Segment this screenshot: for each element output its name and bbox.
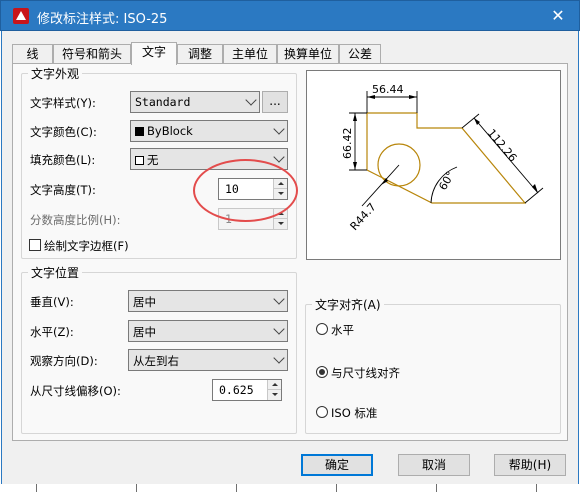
- fill-color-value: 无: [147, 153, 159, 167]
- align-horizontal-label: 水平: [331, 323, 354, 337]
- text-tab-panel: 文字外观 文字样式(Y): Standard ... 文字颜色(C): ByBl…: [12, 63, 568, 441]
- tab-symbols-arrows[interactable]: 符号和箭头: [53, 44, 131, 64]
- offset-label: 从尺寸线偏移(O):: [30, 384, 121, 398]
- align-with-dimline-label: 与尺寸线对齐: [331, 366, 400, 380]
- vertical-label: 垂直(V):: [30, 295, 74, 309]
- view-direction-value: 从左到右: [133, 354, 179, 368]
- tab-tolerances[interactable]: 公差: [339, 44, 381, 64]
- spin-down-icon: [273, 219, 287, 229]
- window-title: 修改标注样式: ISO-25: [37, 12, 168, 27]
- dialog-client-area: 线 符号和箭头 文字 调整 主单位 换算单位 公差 文字外观 文字样式(Y): …: [1, 31, 579, 484]
- chevron-down-icon: [245, 94, 257, 106]
- title-bar: 修改标注样式: ISO-25 ✕: [0, 0, 580, 31]
- view-direction-label: 观察方向(D):: [30, 354, 98, 368]
- tab-alternate-units[interactable]: 换算单位: [277, 44, 339, 64]
- close-button[interactable]: ✕: [547, 6, 569, 26]
- ok-button[interactable]: 确定: [301, 454, 373, 476]
- dimension-preview: 56.44 66.42 112.26 60° R44.7: [306, 70, 561, 260]
- text-style-label: 文字样式(Y):: [30, 96, 96, 110]
- offset-value: 0.625: [219, 383, 254, 397]
- align-horizontal-radio[interactable]: [316, 323, 328, 335]
- text-color-combo[interactable]: ByBlock: [130, 120, 288, 142]
- spin-up-icon[interactable]: [267, 380, 281, 390]
- offset-spinner[interactable]: 0.625: [212, 379, 282, 401]
- tab-text[interactable]: 文字: [131, 42, 177, 65]
- chevron-down-icon: [273, 323, 285, 335]
- group-title-text-alignment: 文字对齐(A): [312, 296, 384, 313]
- text-height-label: 文字高度(T):: [30, 183, 96, 197]
- view-direction-combo[interactable]: 从左到右: [128, 349, 288, 371]
- cancel-button[interactable]: 取消: [398, 454, 470, 476]
- chevron-down-icon: [273, 293, 285, 305]
- chevron-down-icon: [273, 352, 285, 364]
- text-placement-group: 文字位置 垂直(V): 居中 水平(Z): 居中 观察方向(D): 从左到右 从…: [21, 264, 297, 434]
- highlight-ellipse: [193, 159, 298, 222]
- text-style-value: Standard: [135, 95, 191, 109]
- fraction-scale-label: 分数高度比例(H):: [30, 213, 121, 227]
- color-swatch-icon: [135, 156, 144, 165]
- color-swatch-icon: [135, 127, 144, 136]
- group-title-text-placement: 文字位置: [28, 264, 83, 281]
- fill-color-label: 填充颜色(L):: [30, 153, 96, 167]
- chevron-down-icon: [273, 151, 285, 163]
- align-with-dimline-radio[interactable]: [316, 366, 328, 378]
- preview-dim-right: 112.26: [485, 127, 520, 165]
- background-strip: [0, 484, 580, 492]
- align-iso-label: ISO 标准: [331, 406, 378, 420]
- horizontal-label: 水平(Z):: [30, 325, 74, 339]
- align-iso-radio[interactable]: [316, 406, 328, 418]
- preview-drawing: 56.44 66.42 112.26 60° R44.7: [341, 83, 544, 233]
- text-color-value: ByBlock: [147, 124, 193, 138]
- autocad-icon: [13, 8, 29, 24]
- vertical-combo[interactable]: 居中: [128, 290, 288, 312]
- draw-frame-label: 绘制文字边框(F): [44, 239, 129, 253]
- vertical-value: 居中: [133, 295, 156, 309]
- group-title-text-appearance: 文字外观: [28, 65, 83, 82]
- preview-dim-angle: 60°: [436, 169, 457, 192]
- text-style-combo[interactable]: Standard: [130, 91, 260, 113]
- chevron-down-icon: [273, 123, 285, 135]
- spin-down-icon[interactable]: [267, 390, 281, 400]
- horizontal-value: 居中: [133, 325, 156, 339]
- text-color-label: 文字颜色(C):: [30, 125, 97, 139]
- tab-lines[interactable]: 线: [12, 44, 53, 64]
- tab-primary-units[interactable]: 主单位: [223, 44, 277, 64]
- text-alignment-group: 文字对齐(A) 水平 与尺寸线对齐 ISO 标准: [305, 296, 561, 434]
- draw-frame-checkbox[interactable]: [29, 239, 41, 251]
- help-button[interactable]: 帮助(H): [494, 454, 566, 476]
- preview-dim-top: 56.44: [372, 83, 404, 96]
- tab-fit[interactable]: 调整: [177, 44, 223, 64]
- text-style-browse-button[interactable]: ...: [262, 91, 288, 113]
- horizontal-combo[interactable]: 居中: [128, 320, 288, 342]
- preview-dim-left: 66.42: [341, 128, 354, 160]
